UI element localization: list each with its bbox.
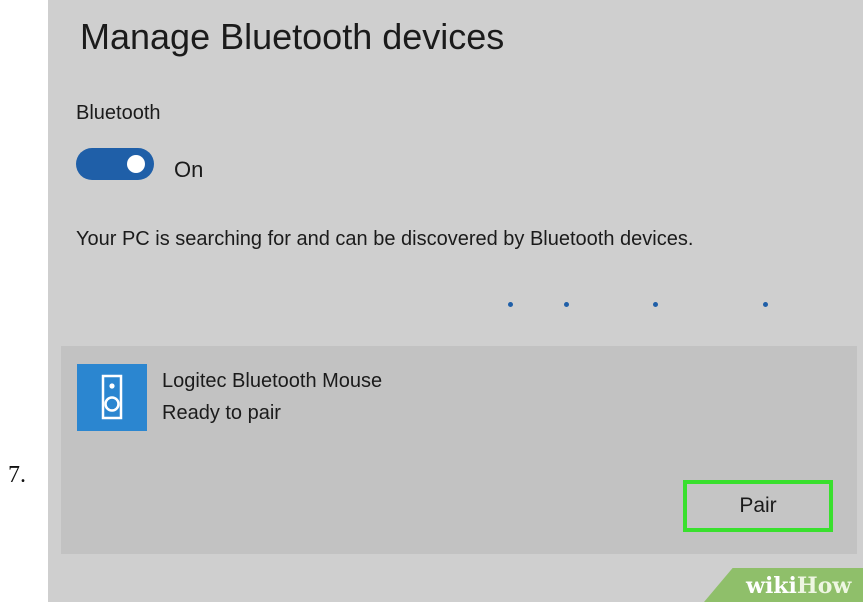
progress-dot <box>763 302 768 307</box>
progress-dot <box>508 302 513 307</box>
searching-status-text: Your PC is searching for and can be disc… <box>76 228 694 250</box>
wikihow-watermark: wikiHow <box>704 568 863 602</box>
device-list-item[interactable]: Logitec Bluetooth Mouse Ready to pair Pa… <box>61 346 857 554</box>
toggle-state-label: On <box>174 157 204 182</box>
page-title: Manage Bluetooth devices <box>80 16 505 57</box>
bluetooth-toggle[interactable] <box>76 148 154 180</box>
toggle-knob <box>127 155 145 173</box>
progress-dot <box>653 302 658 307</box>
watermark-text-wiki: wiki <box>746 573 797 599</box>
progress-dot <box>564 302 569 307</box>
bluetooth-section-label: Bluetooth <box>76 102 161 124</box>
speaker-icon <box>77 364 147 431</box>
settings-panel: Manage Bluetooth devices Bluetooth On Yo… <box>48 0 863 602</box>
watermark-text-how: How <box>796 573 852 599</box>
device-name: Logitec Bluetooth Mouse <box>162 370 383 392</box>
device-status: Ready to pair <box>162 402 281 424</box>
watermark-text: wikiHow <box>746 573 851 599</box>
pair-button[interactable]: Pair <box>683 480 833 532</box>
step-number: 7. <box>8 462 26 488</box>
